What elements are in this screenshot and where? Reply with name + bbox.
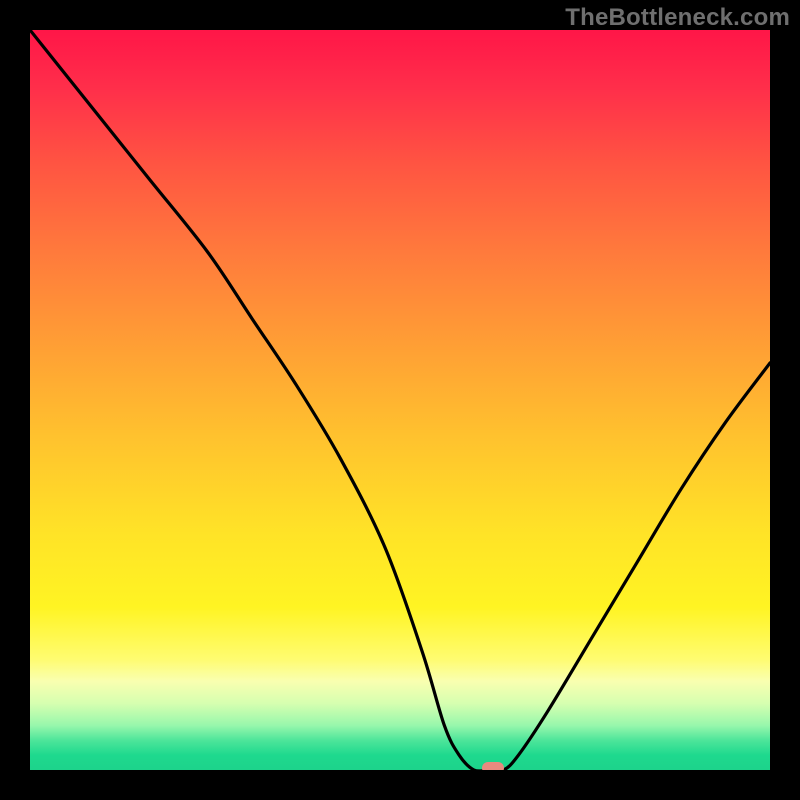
bottleneck-curve: [30, 30, 770, 770]
optimal-point-marker: [482, 762, 504, 770]
plot-area: [30, 30, 770, 770]
chart-container: TheBottleneck.com: [0, 0, 800, 800]
watermark-text: TheBottleneck.com: [565, 4, 790, 32]
